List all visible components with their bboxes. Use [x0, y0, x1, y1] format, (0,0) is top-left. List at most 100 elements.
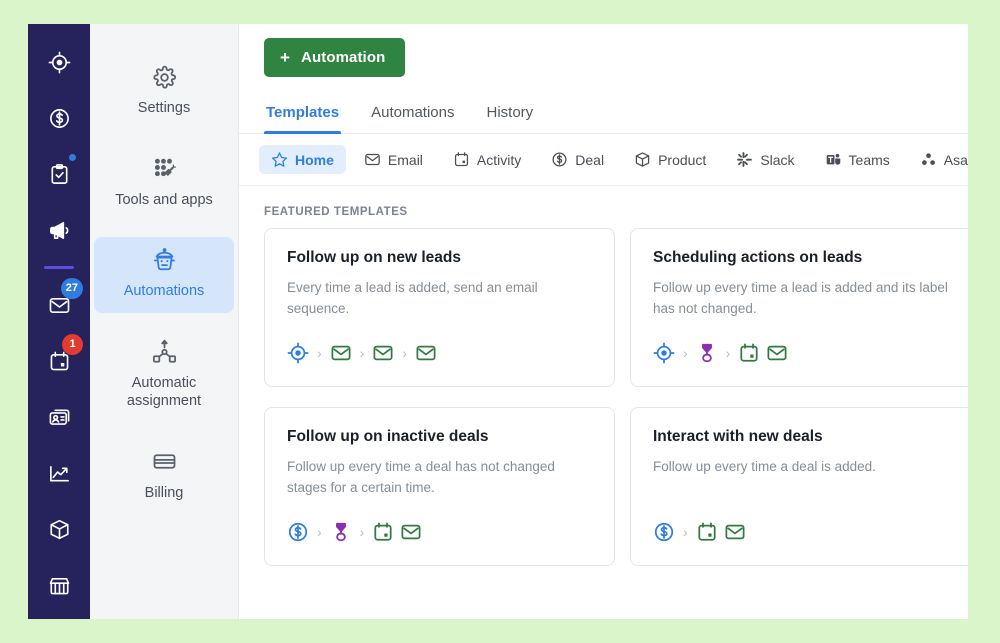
flow-calendar-icon [372, 521, 394, 543]
rail-item-inbox[interactable]: 27 [37, 278, 83, 327]
template-card-grid: Follow up on new leads Every time a lead … [239, 228, 968, 586]
assignment-icon [152, 339, 177, 365]
flow-envelope-icon [372, 342, 394, 364]
chevron-right-icon: › [317, 345, 322, 361]
flow-envelope-icon [724, 521, 746, 543]
template-card[interactable]: Follow up on new leads Every time a lead … [264, 228, 615, 387]
contact-card-icon [48, 406, 71, 429]
template-card[interactable]: Scheduling actions on leads Follow up eve… [630, 228, 968, 387]
chevron-right-icon: › [683, 345, 688, 361]
sidebar-item-settings[interactable]: Settings [94, 54, 234, 130]
storefront-icon [48, 574, 71, 597]
megaphone-icon [48, 219, 71, 242]
filter-chip-deal[interactable]: Deal [539, 145, 616, 174]
chevron-right-icon: › [317, 524, 322, 540]
template-card[interactable]: Follow up on inactive deals Follow up eve… [264, 407, 615, 566]
rail-item-reports[interactable] [37, 451, 81, 495]
flow-dollar-circle-icon [287, 521, 309, 543]
rail-badge: 1 [62, 334, 83, 355]
flow-target-icon [653, 342, 675, 364]
tools-apps-icon [152, 156, 177, 182]
rail-item-campaigns[interactable] [37, 208, 81, 252]
star-icon [271, 151, 288, 168]
primary-nav-rail: 27 1 [28, 24, 90, 619]
category-filter-bar: Home Email Activity Deal Product Slack Teams As… [239, 134, 968, 186]
template-flow-icons: › › [653, 342, 958, 364]
template-card-description: Follow up every time a lead is added and… [653, 280, 948, 316]
slack-icon [736, 151, 753, 168]
filter-chip-label: Activity [476, 151, 522, 168]
teams-icon [825, 151, 842, 168]
flow-calendar-icon [696, 521, 718, 543]
filter-chip-slack[interactable]: Slack [724, 145, 806, 174]
filter-chip-label: Email [387, 151, 423, 168]
flow-envelope-icon [400, 521, 422, 543]
credit-card-icon [152, 449, 177, 475]
filter-chip-label: Slack [760, 151, 795, 168]
template-flow-icons: › › › [287, 342, 592, 364]
tab-bar: Templates Automations History [239, 104, 968, 134]
main-content: + Automation Templates Automations History… [239, 24, 968, 619]
rail-item-calendar[interactable]: 1 [37, 334, 83, 383]
rail-item-contacts[interactable] [37, 395, 81, 439]
rail-badge: 27 [60, 278, 83, 299]
flow-target-icon [287, 342, 309, 364]
filter-chip-home[interactable]: Home [259, 145, 346, 174]
envelope-icon [364, 151, 381, 168]
filter-chip-label: Teams [848, 151, 890, 168]
template-card[interactable]: Interact with new deals Follow up every t… [630, 407, 968, 566]
rail-item-tasks[interactable] [37, 152, 81, 196]
create-automation-button[interactable]: + Automation [264, 38, 406, 77]
target-icon [48, 51, 71, 74]
template-flow-icons: › [653, 521, 958, 543]
chevron-right-icon: › [725, 345, 731, 361]
chevron-right-icon: › [359, 345, 365, 361]
filter-chip-label: Asana [943, 151, 968, 168]
chevron-right-icon: › [402, 345, 408, 361]
template-card-title: Scheduling actions on leads [653, 249, 863, 266]
asana-icon [920, 151, 937, 168]
app-window: 27 1 Settings Tools and apps Automations Aut… [28, 24, 968, 619]
template-card-title: Follow up on new leads [287, 249, 461, 266]
template-card-description: Follow up every time a deal is added. [653, 459, 876, 474]
box-icon [634, 151, 651, 168]
tab-automations[interactable]: Automations [369, 104, 456, 133]
chevron-right-icon: › [683, 524, 688, 540]
template-card-description: Follow up every time a deal has not chan… [287, 459, 555, 495]
tab-templates[interactable]: Templates [264, 104, 342, 134]
rail-divider [44, 266, 74, 269]
box-icon [48, 518, 71, 541]
gear-icon [152, 64, 177, 90]
toolbar: + Automation [239, 24, 968, 77]
sidebar-item-automatic-assignment[interactable]: Automatic assignment [94, 329, 234, 423]
sidebar-item-label: Billing [144, 484, 184, 501]
chart-trend-icon [48, 462, 71, 485]
create-automation-label: Automation [301, 49, 386, 66]
template-card-title: Interact with new deals [653, 428, 823, 445]
filter-chip-label: Home [295, 151, 334, 168]
dollar-circle-icon [551, 151, 568, 168]
chevron-right-icon: › [359, 524, 365, 540]
filter-chip-email[interactable]: Email [352, 145, 435, 174]
sidebar-item-billing[interactable]: Billing [94, 439, 234, 515]
sidebar-item-automations[interactable]: Automations [94, 237, 234, 313]
rail-item-deals[interactable] [37, 96, 81, 140]
filter-chip-asana[interactable]: Asana [908, 145, 968, 174]
filter-chip-product[interactable]: Product [622, 145, 718, 174]
rail-item-products[interactable] [37, 507, 81, 551]
filter-chip-activity[interactable]: Activity [441, 145, 533, 174]
filter-chip-teams[interactable]: Teams [813, 145, 902, 174]
flow-hourglass-icon [696, 342, 718, 364]
sidebar-item-label: Automations [123, 283, 205, 300]
rail-item-store[interactable] [37, 563, 81, 607]
template-flow-icons: › › [287, 521, 592, 543]
rail-item-target[interactable] [37, 40, 81, 84]
flow-envelope-icon [330, 342, 352, 364]
tab-history[interactable]: History [484, 104, 535, 133]
sidebar-item-label: Automatic assignment [126, 374, 202, 410]
featured-templates-label: FEATURED TEMPLATES [264, 206, 408, 218]
filter-chip-label: Product [658, 151, 707, 168]
robot-icon [152, 247, 177, 273]
clipboard-check-icon [48, 163, 71, 186]
sidebar-item-tools-and-apps[interactable]: Tools and apps [94, 146, 234, 222]
